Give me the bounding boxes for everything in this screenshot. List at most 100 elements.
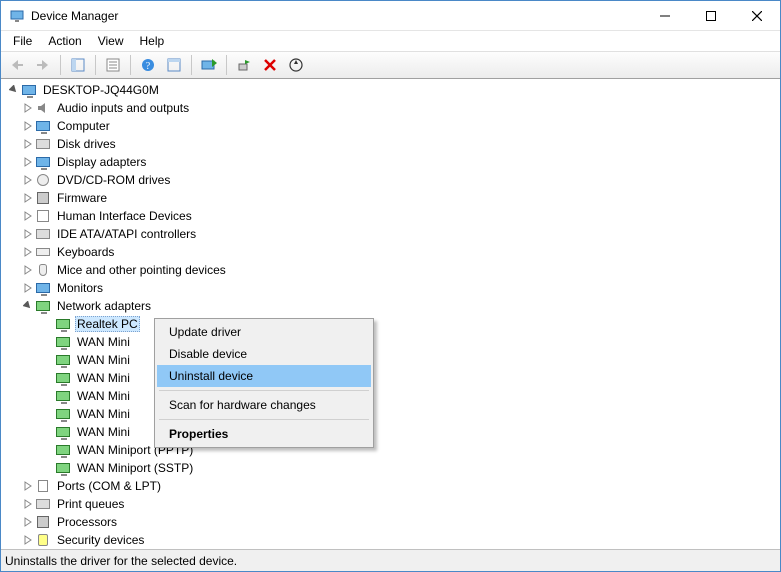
audio-icon [35, 100, 51, 116]
dvd-icon [35, 172, 51, 188]
forward-button[interactable] [31, 54, 55, 76]
expand-icon[interactable] [21, 119, 35, 133]
show-hide-tree-button[interactable] [66, 54, 90, 76]
tree-category[interactable]: Human Interface Devices [1, 207, 780, 225]
svg-text:?: ? [146, 61, 151, 72]
expand-icon[interactable] [21, 515, 35, 529]
computer-icon [21, 82, 37, 98]
tree-category[interactable]: Audio inputs and outputs [1, 99, 780, 117]
expand-icon[interactable] [21, 281, 35, 295]
expand-icon[interactable] [21, 173, 35, 187]
tree-category[interactable]: IDE ATA/ATAPI controllers [1, 225, 780, 243]
expand-icon[interactable] [21, 479, 35, 493]
maximize-button[interactable] [688, 1, 734, 30]
hid-icon [35, 208, 51, 224]
expand-icon[interactable] [21, 263, 35, 277]
back-button[interactable] [5, 54, 29, 76]
expand-icon[interactable] [21, 245, 35, 259]
content-area: DESKTOP-JQ44G0M Audio inputs and outputs… [1, 79, 780, 549]
tree-device[interactable]: WAN Mini [1, 333, 780, 351]
network-adapter-icon [55, 424, 71, 440]
tree-category[interactable]: Monitors [1, 279, 780, 297]
tree-device-selected[interactable]: Realtek PC [1, 315, 780, 333]
tree-device[interactable]: WAN Mini [1, 423, 780, 441]
enable-button[interactable] [232, 54, 256, 76]
update-driver-button[interactable] [197, 54, 221, 76]
statusbar: Uninstalls the driver for the selected d… [1, 549, 780, 571]
network-adapter-icon [55, 316, 71, 332]
context-menu: Update driver Disable device Uninstall d… [154, 318, 374, 448]
monitor-icon [35, 280, 51, 296]
tree-category[interactable]: Security devices [1, 531, 780, 549]
ports-icon [35, 478, 51, 494]
tree-category-network[interactable]: Network adapters [1, 297, 780, 315]
menu-file[interactable]: File [5, 32, 40, 50]
tree-device[interactable]: WAN Miniport (SSTP) [1, 459, 780, 477]
tree-device[interactable]: WAN Mini [1, 369, 780, 387]
security-icon [35, 532, 51, 548]
toolbar-separator [95, 55, 96, 75]
menu-action[interactable]: Action [40, 32, 89, 50]
tree-device[interactable]: WAN Mini [1, 405, 780, 423]
network-adapter-icon [55, 388, 71, 404]
display-icon [35, 154, 51, 170]
menu-help[interactable]: Help [132, 32, 173, 50]
ctx-update-driver[interactable]: Update driver [157, 321, 371, 343]
tree-root-label: DESKTOP-JQ44G0M [41, 82, 161, 98]
menubar: File Action View Help [1, 31, 780, 51]
expand-icon[interactable] [21, 191, 35, 205]
toolbar: ? [1, 51, 780, 79]
tree-device[interactable]: WAN Miniport (PPTP) [1, 441, 780, 459]
tree-category[interactable]: Computer [1, 117, 780, 135]
keyboard-icon [35, 244, 51, 260]
toolbar-separator [130, 55, 131, 75]
ctx-disable-device[interactable]: Disable device [157, 343, 371, 365]
tree-root[interactable]: DESKTOP-JQ44G0M [1, 81, 780, 99]
device-tree[interactable]: DESKTOP-JQ44G0M Audio inputs and outputs… [1, 79, 780, 549]
status-text: Uninstalls the driver for the selected d… [5, 554, 237, 568]
computer-icon [35, 118, 51, 134]
tree-device[interactable]: WAN Mini [1, 351, 780, 369]
network-adapter-icon [55, 442, 71, 458]
context-menu-separator [159, 390, 369, 391]
minimize-button[interactable] [642, 1, 688, 30]
tree-device[interactable]: WAN Mini [1, 387, 780, 405]
app-icon [9, 8, 25, 24]
toolbar-separator [191, 55, 192, 75]
network-adapter-icon [55, 334, 71, 350]
tree-category[interactable]: Display adapters [1, 153, 780, 171]
ctx-uninstall-device[interactable]: Uninstall device [157, 365, 371, 387]
tree-category[interactable]: Disk drives [1, 135, 780, 153]
properties-button[interactable] [101, 54, 125, 76]
ctx-scan-hardware[interactable]: Scan for hardware changes [157, 394, 371, 416]
collapse-icon[interactable] [21, 299, 35, 313]
expand-icon[interactable] [21, 227, 35, 241]
collapse-icon[interactable] [7, 83, 21, 97]
expand-icon[interactable] [21, 155, 35, 169]
help-button[interactable]: ? [136, 54, 160, 76]
tree-category[interactable]: Processors [1, 513, 780, 531]
menu-view[interactable]: View [90, 32, 132, 50]
expand-icon[interactable] [21, 101, 35, 115]
window-title: Device Manager [31, 9, 642, 23]
expand-icon[interactable] [21, 137, 35, 151]
expand-icon[interactable] [21, 209, 35, 223]
tree-category[interactable]: Keyboards [1, 243, 780, 261]
tree-category[interactable]: Firmware [1, 189, 780, 207]
firmware-icon [35, 190, 51, 206]
scan-hardware-button[interactable] [284, 54, 308, 76]
ctx-properties[interactable]: Properties [157, 423, 371, 445]
expand-icon[interactable] [21, 497, 35, 511]
expand-icon[interactable] [21, 533, 35, 547]
window-controls [642, 1, 780, 30]
tree-category[interactable]: Mice and other pointing devices [1, 261, 780, 279]
printer-icon [35, 496, 51, 512]
tree-category[interactable]: DVD/CD-ROM drives [1, 171, 780, 189]
network-adapter-icon [55, 460, 71, 476]
action1-button[interactable] [162, 54, 186, 76]
close-button[interactable] [734, 1, 780, 30]
uninstall-button[interactable] [258, 54, 282, 76]
tree-category[interactable]: Ports (COM & LPT) [1, 477, 780, 495]
disk-icon [35, 136, 51, 152]
tree-category[interactable]: Print queues [1, 495, 780, 513]
